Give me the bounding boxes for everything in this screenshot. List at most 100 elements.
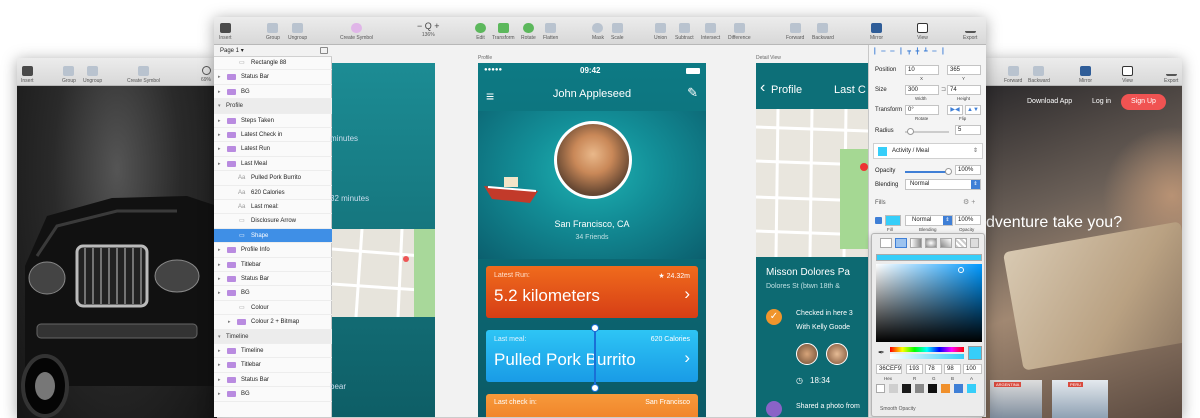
opacity-field[interactable]: 100% [955, 165, 981, 175]
left-create-symbol-tool[interactable]: Create Symbol [127, 66, 160, 84]
blending-select[interactable]: Normal ⇕ [905, 179, 981, 190]
right-mirror-tool[interactable]: Mirror [1079, 66, 1092, 84]
layer-row[interactable]: ▸ Colour 2 + Bitmap [214, 315, 332, 330]
blue-field[interactable]: 98 [944, 364, 961, 374]
right-forward-tool[interactable]: Forward [1004, 66, 1022, 84]
layer-row[interactable]: ▸ Titlebar [214, 258, 332, 272]
fill-tab-pattern[interactable] [955, 238, 967, 248]
disclosure-triangle-icon[interactable]: ▾ [218, 330, 221, 344]
layer-row[interactable]: ▭ Disclosure Arrow [214, 214, 332, 229]
disclosure-triangle-icon[interactable]: ▸ [218, 128, 221, 142]
flatten-tool[interactable]: Flatten [543, 23, 558, 41]
fill-tab-solid[interactable] [895, 238, 907, 248]
page-selector[interactable]: Page 1 ▾ [220, 47, 244, 54]
ungroup-tool[interactable]: Ungroup [288, 23, 307, 41]
disclosure-triangle-icon[interactable]: ▸ [218, 114, 221, 128]
subtract-tool[interactable]: Subtract [675, 23, 694, 41]
layer-row[interactable]: ▸ BG [214, 387, 332, 402]
disclosure-triangle-icon[interactable]: ▸ [218, 85, 221, 99]
preset-swatch-6[interactable] [941, 384, 950, 393]
disclosure-triangle-icon[interactable]: ▸ [218, 272, 221, 286]
fill-color-well[interactable] [885, 215, 901, 226]
layer-row[interactable]: ▸ Status Bar [214, 70, 332, 85]
preset-swatch-4[interactable] [915, 384, 924, 393]
transform-tool[interactable]: Transform [492, 23, 515, 41]
layer-row[interactable]: Aa 620 Calories [214, 186, 332, 200]
left-zoom-tool[interactable]: 69% [201, 66, 211, 83]
signup-button[interactable]: Sign Up [1121, 94, 1166, 110]
fill-add-icon[interactable]: ⚙ + [963, 198, 975, 206]
alpha-slider[interactable] [890, 354, 964, 359]
left-ungroup-tool[interactable]: Ungroup [83, 66, 102, 84]
layer-row[interactable]: ▸ Titlebar [214, 358, 332, 373]
green-field[interactable]: 78 [925, 364, 942, 374]
login-link[interactable]: Log in [1092, 98, 1111, 105]
pages-toggle-icon[interactable] [320, 47, 328, 54]
group-tool[interactable]: Group [266, 23, 280, 41]
artboard-profile[interactable]: ●●●●● 09:42 ≡ John Appleseed ✎ San Franc… [478, 63, 706, 417]
layer-row[interactable]: ▭ Rectangle 88 [214, 56, 332, 71]
mirror-tool[interactable]: Mirror [870, 23, 883, 41]
radius-field[interactable]: 5 [955, 125, 981, 135]
card-argentina[interactable]: ARGENTINA [990, 380, 1042, 418]
fill-checkbox[interactable] [875, 217, 882, 224]
hex-field[interactable]: 36CEF9 [876, 364, 902, 374]
forward-tool[interactable]: Forward [786, 23, 804, 41]
alpha-field[interactable]: 100 [963, 364, 982, 374]
layer-row[interactable]: ▾ Timeline [214, 329, 332, 344]
disclosure-triangle-icon[interactable]: ▸ [218, 157, 221, 171]
position-y-field[interactable]: 365 [947, 65, 981, 75]
insert-tool[interactable]: Insert [219, 23, 232, 41]
hue-slider[interactable] [890, 347, 964, 352]
fill-tab-none[interactable] [880, 238, 892, 248]
edit-pencil-icon[interactable]: ✎ [687, 85, 698, 101]
rotate-tool[interactable]: Rotate [521, 23, 536, 41]
preset-swatch-2[interactable] [889, 384, 898, 393]
lock-ratio-icon[interactable]: ⊐ [941, 86, 946, 93]
mask-tool[interactable]: Mask [592, 23, 604, 41]
disclosure-triangle-icon[interactable]: ▸ [218, 286, 221, 300]
zoom-tool[interactable]: − Q +136% [417, 21, 440, 38]
right-backward-tool[interactable]: Backward [1028, 66, 1050, 84]
opacity-slider[interactable] [905, 168, 952, 175]
last-meal-card[interactable]: Last meal: 620 Calories Pulled Pork Burr… [486, 330, 698, 382]
back-label[interactable]: Profile [771, 84, 802, 96]
friend-avatar-2[interactable] [826, 343, 848, 365]
layer-row[interactable]: ▭ Colour [214, 301, 332, 316]
back-chevron-icon[interactable]: ‹ [760, 79, 765, 97]
eyedropper-icon[interactable]: ✒ [878, 348, 885, 357]
saturation-brightness-field[interactable] [876, 264, 982, 342]
layer-row[interactable]: ▭ Shape [214, 228, 332, 244]
avatar[interactable] [554, 121, 632, 199]
text-cursor-handle[interactable] [591, 324, 599, 392]
disclosure-triangle-icon[interactable]: ▸ [218, 142, 221, 156]
rotate-field[interactable]: 0° [905, 105, 939, 115]
edit-tool[interactable]: Edit [475, 23, 486, 41]
left-insert-tool[interactable]: Insert [21, 66, 34, 84]
preset-swatch-1[interactable] [876, 384, 885, 393]
right-export-tool[interactable]: Export [1164, 66, 1178, 84]
export-tool[interactable]: Export [963, 23, 977, 41]
last-checkin-card[interactable]: Last check in: San Francisco [486, 394, 698, 417]
flip-vertical-button[interactable]: ▲▼ [965, 105, 981, 115]
layer-row[interactable]: ▸ Latest Run [214, 142, 332, 157]
gradient-stop-bar[interactable] [876, 254, 982, 261]
layer-row[interactable]: ▸ BG [214, 286, 332, 301]
disclosure-triangle-icon[interactable]: ▸ [218, 373, 221, 387]
layer-row[interactable]: ▸ BG [214, 85, 332, 100]
create-symbol-tool[interactable]: Create Symbol [340, 23, 373, 41]
preset-swatch-7[interactable] [954, 384, 963, 393]
disclosure-triangle-icon[interactable]: ▸ [218, 70, 221, 84]
right-view-tool[interactable]: View [1122, 66, 1133, 84]
sb-picker-knob[interactable] [958, 267, 964, 273]
union-tool[interactable]: Union [654, 23, 667, 41]
layer-row[interactable]: ▸ Profile Info [214, 243, 332, 258]
friend-avatar-1[interactable] [796, 343, 818, 365]
fill-tab-noise[interactable] [970, 238, 979, 248]
layer-row[interactable]: ▸ Steps Taken [214, 114, 332, 128]
disclosure-triangle-icon[interactable]: ▸ [228, 315, 231, 329]
disclosure-triangle-icon[interactable]: ▸ [218, 358, 221, 372]
latest-run-card[interactable]: Latest Run: ★ 24.32m 5.2 kilometers › [486, 266, 698, 318]
style-selector[interactable]: Activity / Meal ⇕ [873, 143, 983, 159]
fill-tab-angular[interactable] [940, 238, 952, 248]
